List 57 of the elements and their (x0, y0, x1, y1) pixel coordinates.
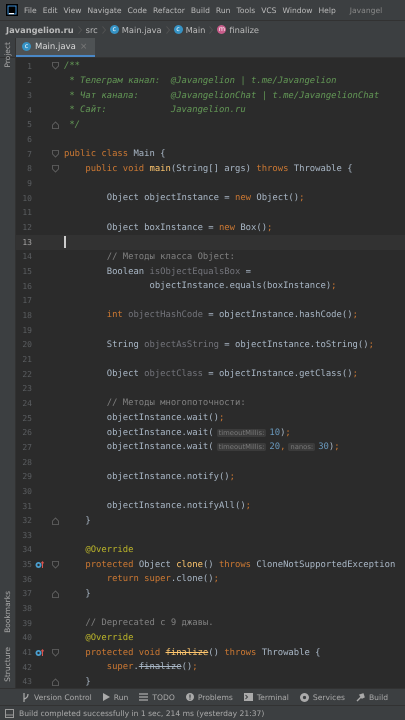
code-line: Object objectInstance = new Object(); (106, 193, 304, 204)
fold-icon[interactable] (52, 62, 58, 70)
code-line: */ (68, 120, 80, 130)
breadcrumb[interactable]: Javangelion.ru (6, 24, 74, 34)
code-line: Object objectClass = objectInstance.getClass(); (106, 369, 358, 380)
code-line: objectInstance.notify(); (106, 472, 235, 482)
code-line: Boolean isObjectEqualsBox = (106, 266, 252, 277)
code-line: } (84, 516, 91, 526)
code-line: * Телеграм канал: @Javangelion | t.me/Javangelion (68, 76, 337, 86)
code-line: @Override (84, 544, 134, 555)
warning-icon (186, 693, 194, 701)
code-line: @Override (84, 632, 134, 643)
chevron-icon (166, 26, 170, 34)
code-line: objectInstance.equals(boxInstance); (148, 281, 337, 292)
fold-icon[interactable] (52, 560, 58, 569)
services-icon (300, 692, 309, 702)
fold-icon[interactable] (52, 120, 58, 129)
breadcrumb[interactable]: src (86, 24, 98, 34)
hammer-icon (356, 692, 365, 702)
list-icon (139, 693, 148, 701)
code-line: return super.clone(); (106, 574, 219, 584)
branch-icon (22, 692, 30, 702)
line-number: 13 (21, 238, 32, 247)
override-icon[interactable] (34, 560, 44, 569)
chevron-icon (209, 26, 214, 34)
fold-icon[interactable] (52, 150, 58, 158)
code-line: * Сайт: Javangelion.ru (68, 105, 246, 116)
code-line: super.finalize(); (106, 662, 198, 672)
status-toggle-icon[interactable] (5, 708, 14, 718)
chevron-icon (102, 26, 106, 34)
code-line: public void main(String[] args) throws Throwable { (84, 164, 353, 174)
fold-icon[interactable] (52, 648, 58, 657)
code-line: } (84, 588, 91, 599)
text-caret (64, 236, 66, 248)
code-line: // Методы класса Object: (106, 252, 235, 262)
code-line: * Чат канала: @JavangelionChat | t.me/JavangelionChat (68, 90, 380, 101)
override-icon[interactable] (34, 648, 44, 657)
code-line: /** (64, 61, 80, 72)
code-line: objectInstance.notifyAll(); (106, 501, 252, 512)
fold-icon[interactable] (52, 678, 58, 686)
code-line: protected Object clone() throws CloneNotSupportedException (84, 560, 396, 570)
code-line: } (84, 676, 91, 687)
chevron-icon (78, 26, 82, 34)
fold-icon[interactable] (52, 590, 58, 598)
fold-icon[interactable] (52, 516, 58, 525)
code-line: public class Main { (64, 149, 166, 160)
code-line: Object boxInstance = new Box(); (106, 222, 272, 233)
code-line: int objectHashCode = objectInstance.hashCode(); (106, 310, 358, 320)
terminal-icon (244, 693, 253, 701)
fold-icon[interactable] (52, 164, 58, 173)
code-line: protected void finalize() throws Throwable { (84, 648, 320, 658)
app-logo-icon[interactable] (6, 4, 18, 16)
play-icon (102, 693, 110, 701)
code-line: String objectAsString = objectInstance.toString(); (106, 340, 374, 350)
code-line: // Методы многопоточности: (106, 398, 246, 408)
code-line: objectInstance.wait(); (106, 413, 224, 424)
code-line: // Deprecated с 9 джавы. (84, 618, 214, 628)
